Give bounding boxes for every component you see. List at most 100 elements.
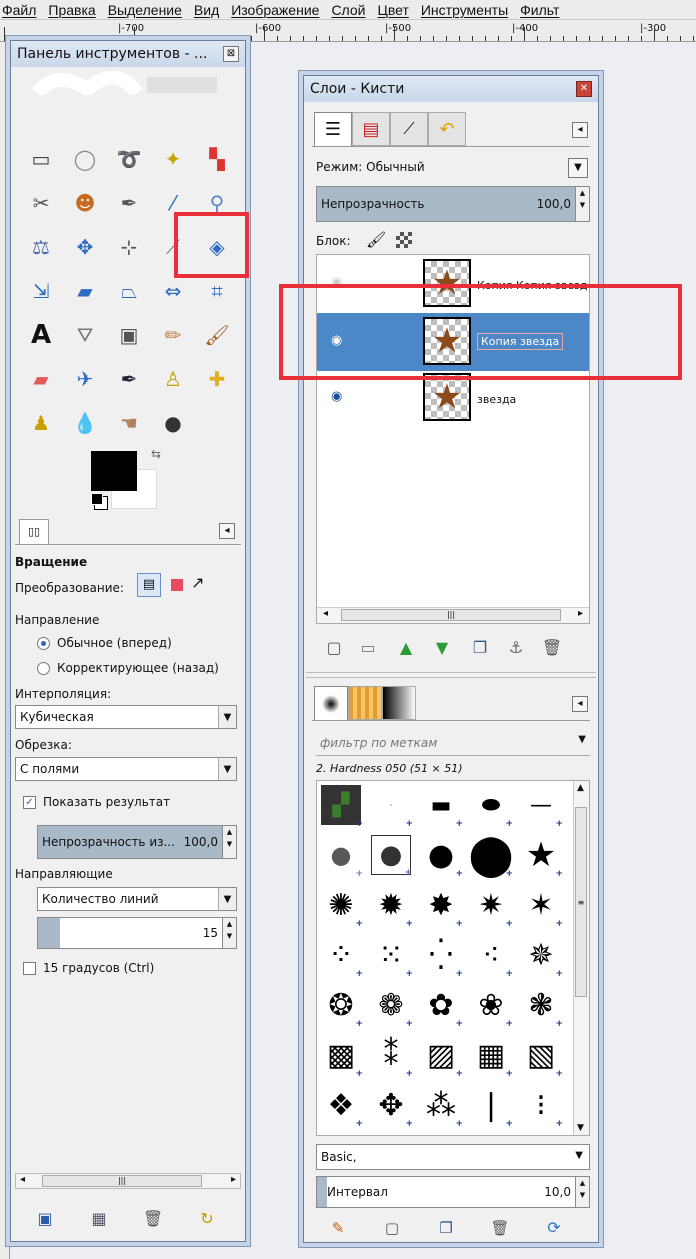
brush-texture[interactable]: ❃ +: [521, 985, 563, 1030]
layers-titlebar[interactable]: Слои - Кисти ✕: [304, 76, 598, 102]
chevron-down-icon[interactable]: ▼: [568, 158, 588, 178]
show-preview-checkbox[interactable]: ✓: [23, 796, 36, 809]
brush-dot[interactable]: · +: [371, 785, 413, 830]
brush-circle[interactable]: ⬤ +: [469, 832, 514, 879]
arrow-down-icon[interactable]: ▼: [577, 1123, 584, 1133]
tab-menu-icon[interactable]: ◂: [572, 122, 588, 138]
clone-icon[interactable]: ♙: [159, 365, 187, 393]
brush-grid[interactable]: ▲ ≡ ▼ ▞ + · + ▬ + ⬬ + — + ● + ● + ● + ⬤ + ★ + ✺ + ✹ + ✸ + ✷ + ✶ + ⁘ + ⁙ +…: [316, 780, 590, 1136]
brush-grunge[interactable]: ▧ +: [521, 1035, 563, 1080]
spin-icon[interactable]: ▲ ▼: [575, 1177, 589, 1207]
perspective-clone-icon[interactable]: ♟: [27, 409, 55, 437]
paths-icon[interactable]: ✒: [115, 189, 143, 217]
lasso-icon[interactable]: ➰: [115, 145, 143, 173]
lower-layer-icon[interactable]: ▼: [428, 634, 456, 662]
brush-scatter[interactable]: ⁙ +: [371, 935, 413, 980]
brush-filter-input[interactable]: фильтр по меткам ▼: [316, 730, 590, 756]
ink-icon[interactable]: ✒: [115, 365, 143, 393]
dodge-burn-icon[interactable]: ●: [159, 409, 187, 437]
brush-ellipse[interactable]: ⬬ +: [471, 785, 513, 830]
blur-icon[interactable]: 💧: [71, 409, 99, 437]
direction-normal-radio[interactable]: [37, 637, 50, 650]
lines-slider[interactable]: 15 ▲ ▼: [37, 917, 237, 949]
raise-layer-icon[interactable]: ▲: [392, 634, 420, 662]
scroll-thumb[interactable]: |||: [42, 1175, 202, 1187]
brush-star[interactable]: ★ +: [521, 835, 563, 879]
guides-select[interactable]: Количество линий ▼: [37, 887, 237, 911]
pane-separator[interactable]: [306, 672, 596, 678]
tool-options-tab[interactable]: ▯▯: [19, 519, 49, 545]
arrow-up-icon[interactable]: ▲: [577, 783, 584, 793]
brush-scatter[interactable]: ⁖ +: [471, 935, 513, 980]
arrow-right-icon[interactable]: ▸: [231, 1174, 236, 1185]
blend-icon[interactable]: ▣: [115, 321, 143, 349]
new-brush-icon[interactable]: ▢: [378, 1214, 406, 1242]
duplicate-brush-icon[interactable]: ❐: [432, 1214, 460, 1242]
brush-splatter[interactable]: ✸ +: [421, 885, 463, 930]
brush-block[interactable]: ▬ +: [421, 785, 463, 830]
brush-hardness-050[interactable]: ● +: [371, 835, 412, 878]
pencil-icon[interactable]: ✏: [159, 321, 187, 349]
save-options-icon[interactable]: ▣: [31, 1205, 59, 1233]
brush-tag-input[interactable]: Basic, ▼: [316, 1144, 590, 1170]
gradients-tab-icon[interactable]: [382, 686, 416, 720]
spin-icon[interactable]: ▲ ▼: [222, 918, 236, 948]
menu-image[interactable]: Изображение: [231, 2, 319, 18]
brush-acrylic[interactable]: ❘ +: [471, 1085, 513, 1130]
brush-splatter[interactable]: ✹ +: [371, 885, 413, 930]
close-icon[interactable]: ⊠: [223, 46, 239, 62]
brush-soft[interactable]: ● +: [321, 835, 363, 879]
fuzzy-select-icon[interactable]: ✦: [159, 145, 187, 173]
menu-filters[interactable]: Фильт: [520, 2, 559, 18]
brush-texture[interactable]: ✿ +: [421, 985, 463, 1030]
swap-colors-icon[interactable]: ⇆: [151, 447, 161, 461]
duplicate-layer-icon[interactable]: ❐: [466, 634, 494, 662]
lock-pixels-icon[interactable]: 🖌: [366, 230, 386, 249]
toolbox-hscrollbar[interactable]: ◂ ||| ▸: [15, 1173, 241, 1189]
layer-group-icon[interactable]: ▭: [354, 634, 382, 662]
cage-icon[interactable]: ⌗: [203, 277, 231, 305]
refresh-brushes-icon[interactable]: ⟳: [540, 1214, 568, 1242]
arrow-left-icon[interactable]: ◂: [20, 1174, 25, 1185]
tab-menu-icon[interactable]: ◂: [219, 523, 235, 539]
clipping-select[interactable]: С полями ▼: [15, 757, 237, 781]
delete-layer-icon[interactable]: 🗑: [538, 634, 566, 662]
brush-grunge[interactable]: ⁑ +: [371, 1035, 414, 1080]
color-select-icon[interactable]: ▚: [203, 145, 231, 173]
align-icon[interactable]: ⊹: [115, 233, 143, 261]
menu-color[interactable]: Цвет: [377, 2, 408, 18]
new-layer-icon[interactable]: ▢: [320, 634, 348, 662]
spin-icon[interactable]: ▲ ▼: [222, 826, 236, 858]
brush-splatter[interactable]: ✺ +: [321, 885, 363, 930]
tab-menu-icon[interactable]: ◂: [572, 696, 588, 712]
ellipse-select-icon[interactable]: ◯: [71, 145, 99, 173]
menu-select[interactable]: Выделение: [108, 2, 182, 18]
brush-texture[interactable]: ❀ +: [471, 985, 513, 1030]
brush-acrylic[interactable]: ⁝ +: [521, 1085, 563, 1130]
menu-edit[interactable]: Правка: [48, 2, 95, 18]
fifteen-degrees-checkbox[interactable]: [23, 962, 36, 975]
shear-icon[interactable]: ▰: [71, 277, 99, 305]
transform-selection-icon[interactable]: [171, 579, 183, 591]
chevron-down-icon[interactable]: ▼: [578, 734, 586, 745]
transform-layer-icon[interactable]: ▤: [137, 573, 161, 597]
chevron-down-icon[interactable]: ▼: [575, 1150, 583, 1161]
undo-tab-icon[interactable]: ↶: [428, 112, 466, 146]
anchor-layer-icon[interactable]: ⚓: [502, 634, 530, 662]
brush-acrylic[interactable]: ✥ +: [371, 1085, 413, 1130]
brush-acrylic[interactable]: ⁂ +: [421, 1085, 463, 1130]
bucket-fill-icon[interactable]: ⛛: [71, 321, 99, 349]
brush-grunge[interactable]: ▨ +: [421, 1035, 463, 1080]
brush-texture[interactable]: ❁ +: [371, 985, 413, 1030]
brush-acrylic[interactable]: ❖ +: [321, 1085, 363, 1130]
edit-brush-icon[interactable]: ✎: [324, 1214, 352, 1242]
layer-opacity-slider[interactable]: Непрозрачность 100,0 ▲ ▼: [316, 186, 590, 222]
preview-opacity-slider[interactable]: Непрозрачность из... 100,0 ▲ ▼: [37, 825, 237, 859]
reset-options-icon[interactable]: ↻: [193, 1205, 221, 1233]
eye-icon[interactable]: ◉: [331, 389, 342, 404]
flip-icon[interactable]: ⇔: [159, 277, 187, 305]
scale-icon[interactable]: ⇲: [27, 277, 55, 305]
menu-layer[interactable]: Слой: [331, 2, 365, 18]
scroll-thumb[interactable]: ≡: [575, 807, 587, 997]
measure-icon[interactable]: ⚖: [27, 233, 55, 261]
